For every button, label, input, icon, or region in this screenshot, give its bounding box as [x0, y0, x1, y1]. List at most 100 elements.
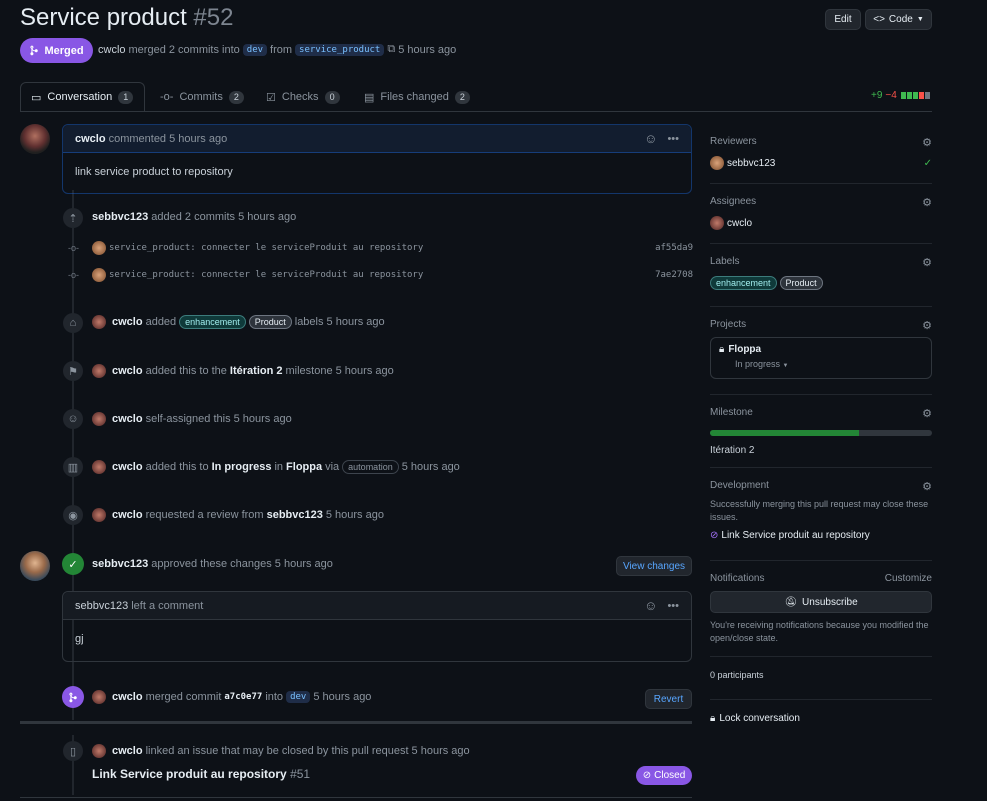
author-link[interactable]: cwclo — [98, 44, 126, 56]
avatar[interactable] — [92, 690, 106, 704]
tab-conversation[interactable]: ▭ Conversation 1 — [20, 82, 145, 112]
reviewers-title: Reviewers — [710, 136, 757, 147]
avatar[interactable] — [20, 551, 50, 581]
avatar[interactable] — [92, 412, 106, 426]
comment-card: cwclo commented 5 hours ago ☺ ••• link s… — [62, 124, 692, 194]
merge-text: merged 2 commits into — [128, 43, 240, 56]
tab-checks-count: 0 — [324, 90, 340, 104]
avatar[interactable] — [92, 744, 106, 758]
milestone-name[interactable]: Itération 2 — [710, 445, 932, 456]
diffstat-bar — [900, 92, 930, 99]
notifications-text: You're receiving notifications because y… — [710, 620, 929, 643]
gear-icon[interactable]: ⚙ — [922, 319, 932, 332]
project-name: Floppa — [728, 344, 762, 355]
revert-button[interactable]: Revert — [645, 689, 692, 709]
commit-sha[interactable]: 7ae2708 — [655, 270, 693, 280]
tab-checks[interactable]: ☑ Checks 0 — [256, 82, 350, 112]
code-button[interactable]: <> Code ▼ — [865, 9, 932, 30]
tab-commits[interactable]: -o- Commits 2 — [150, 82, 254, 112]
label-product[interactable]: Product — [779, 276, 823, 290]
commit-sha[interactable]: af55da9 — [655, 243, 693, 253]
linked-issue[interactable]: Link Service produit au repository #51 — [92, 767, 310, 781]
commit-message[interactable]: service_product: connecter le servicePro… — [109, 243, 423, 253]
issue-title[interactable]: Link Service produit au repository — [92, 767, 287, 781]
event-author[interactable]: cwclo — [112, 691, 143, 703]
label-enhancement[interactable]: enhancement — [179, 315, 246, 329]
event-text: self-assigned this 5 hours ago — [145, 413, 292, 425]
base-branch[interactable]: dev — [286, 691, 311, 703]
development-title: Development — [710, 480, 769, 491]
customize-link[interactable]: Customize — [885, 573, 932, 584]
avatar[interactable] — [92, 460, 106, 474]
diffstat: +9 −4 — [871, 90, 930, 101]
event-author[interactable]: cwclo — [112, 413, 143, 425]
assignee-item[interactable]: cwclo — [710, 216, 932, 230]
event-author[interactable]: cwclo — [112, 316, 143, 328]
event-text: 5 hours ago — [325, 509, 384, 521]
avatar[interactable] — [92, 508, 106, 522]
label-product[interactable]: Product — [248, 315, 292, 329]
bookmark-icon: ▯ — [63, 741, 83, 761]
smiley-icon[interactable]: ☺ — [644, 131, 657, 146]
gear-icon[interactable]: ⚙ — [922, 256, 932, 269]
pr-title: Service product #52 — [20, 4, 233, 32]
commits-event: sebbvc123 added 2 commits 5 hours ago — [92, 211, 296, 223]
kebab-icon[interactable]: ••• — [667, 600, 679, 612]
comment-author[interactable]: cwclo — [75, 133, 106, 145]
avatar[interactable] — [92, 315, 106, 329]
label-enhancement[interactable]: enhancement — [710, 276, 777, 290]
head-branch[interactable]: service_product — [295, 43, 385, 56]
reviewer-item[interactable]: sebbvc123 ✓ — [710, 156, 932, 170]
divider — [710, 467, 932, 468]
merge-icon — [62, 686, 84, 708]
lock-conversation[interactable]: 🔒︎ Lock conversation — [710, 713, 932, 724]
tab-commits-count: 2 — [228, 90, 244, 104]
unsubscribe-button[interactable]: 🔕︎ Unsubscribe — [710, 591, 932, 613]
smiley-icon[interactable]: ☺ — [644, 598, 657, 613]
project-status[interactable]: In progress ▼ — [735, 359, 923, 369]
event-text: added this to — [145, 461, 209, 473]
pr-title-text: Service product — [20, 4, 187, 31]
divider — [710, 699, 932, 700]
event-text: in — [274, 461, 284, 473]
base-branch[interactable]: dev — [242, 43, 268, 56]
event-text: 5 hours ago — [401, 461, 460, 473]
merge-commit-sha[interactable]: a7c0e77 — [224, 692, 262, 702]
commit-message[interactable]: service_product: connecter le servicePro… — [109, 270, 423, 280]
avatar[interactable] — [92, 364, 106, 378]
development-issue[interactable]: ⊘ Link Service produit au repository — [710, 530, 932, 541]
comment-author[interactable]: sebbvc123 — [75, 600, 128, 612]
event-author[interactable]: sebbvc123 — [92, 558, 148, 570]
gear-icon[interactable]: ⚙ — [922, 407, 932, 420]
gear-icon[interactable]: ⚙ — [922, 480, 932, 493]
issue-closed-icon: ⊘ — [710, 530, 719, 541]
event-author[interactable]: cwclo — [112, 461, 143, 473]
divider — [710, 306, 932, 307]
view-changes-button[interactable]: View changes — [616, 556, 692, 576]
tab-files-label: Files changed — [380, 91, 449, 103]
tab-files-changed[interactable]: ▤ Files changed 2 — [354, 82, 480, 112]
avatar — [710, 156, 724, 170]
project-link[interactable]: Floppa — [286, 461, 322, 473]
event-author[interactable]: cwclo — [112, 365, 143, 377]
event-author[interactable]: sebbvc123 — [92, 211, 148, 223]
event-author[interactable]: cwclo — [112, 509, 143, 521]
milestone-title: Milestone — [710, 407, 753, 418]
gear-icon[interactable]: ⚙ — [922, 136, 932, 149]
gear-icon[interactable]: ⚙ — [922, 196, 932, 209]
edit-button[interactable]: Edit — [825, 9, 861, 30]
milestone-icon: ⚑ — [63, 361, 83, 381]
from-text: from — [270, 43, 293, 56]
project-card[interactable]: 🔒︎ Floppa In progress ▼ — [710, 337, 932, 379]
event-author[interactable]: cwclo — [112, 745, 143, 757]
avatar[interactable] — [92, 241, 106, 255]
copy-icon[interactable]: ⧉ — [387, 43, 395, 56]
milestone-link[interactable]: Itération 2 — [230, 365, 283, 377]
assignee-name: cwclo — [727, 217, 753, 229]
project-icon: ▥ — [63, 457, 83, 477]
kebab-icon[interactable]: ••• — [667, 133, 679, 145]
avatar[interactable] — [92, 268, 106, 282]
status-label: Merged — [44, 44, 84, 57]
avatar[interactable] — [20, 124, 50, 154]
reviewer-link[interactable]: sebbvc123 — [267, 509, 323, 521]
